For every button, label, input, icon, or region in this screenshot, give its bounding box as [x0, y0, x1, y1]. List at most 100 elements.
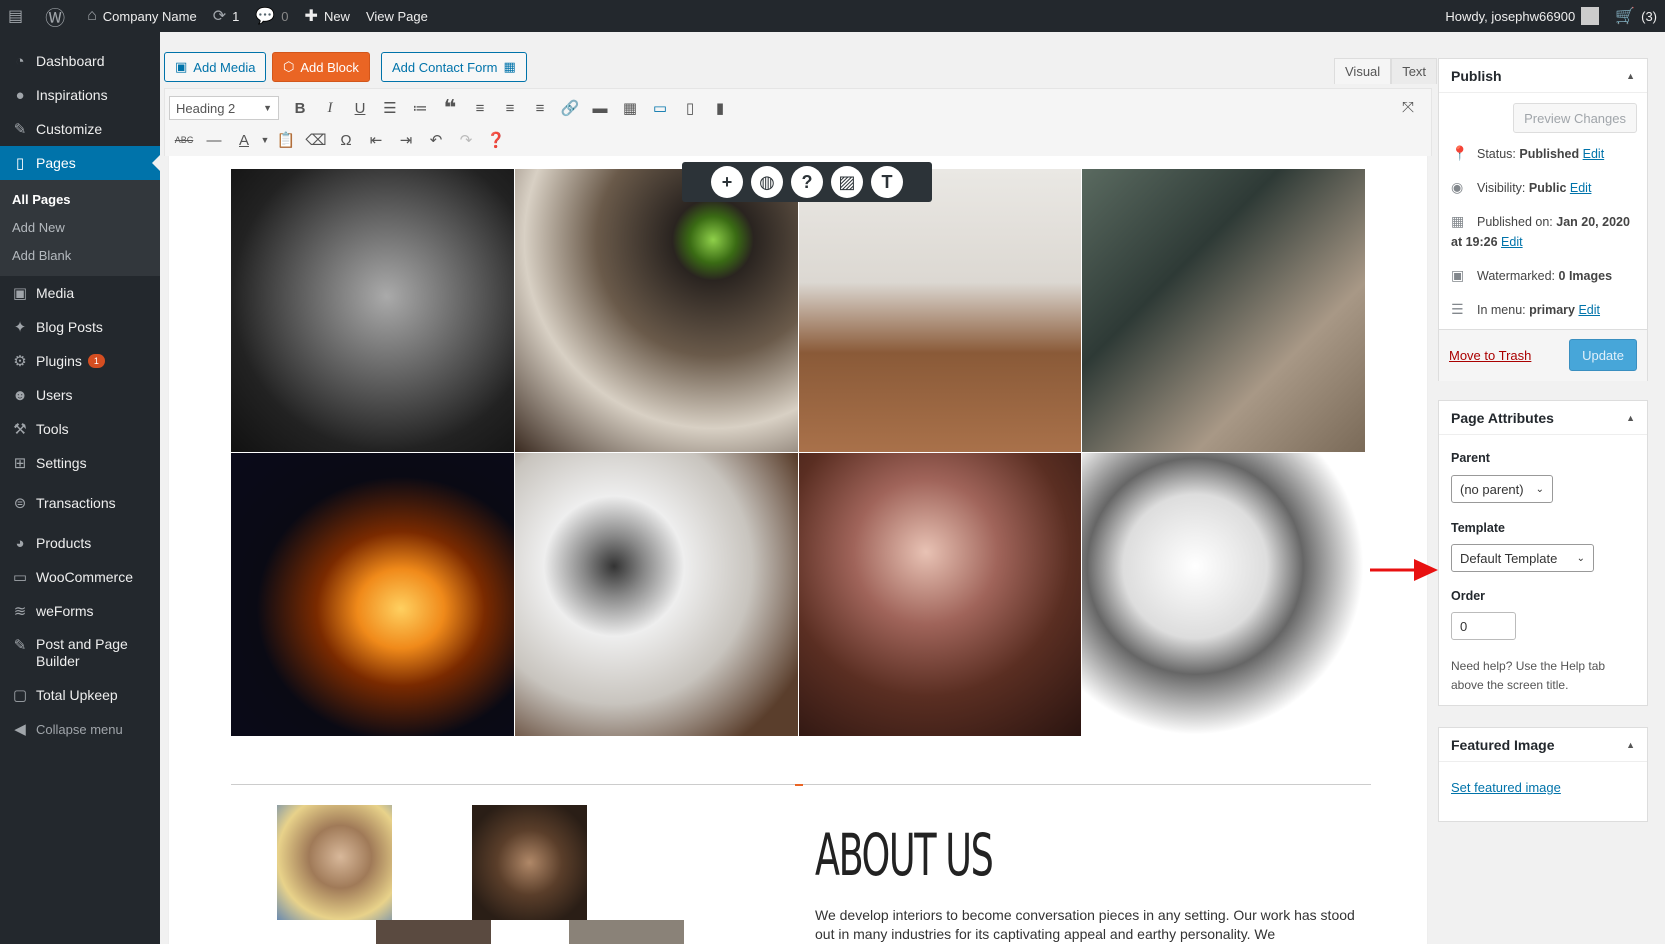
sidebar-item-builder[interactable]: ✎ Post and Page Builder	[0, 628, 160, 678]
paste-text-icon[interactable]: 📋	[271, 126, 301, 154]
globe-icon[interactable]: ◍	[751, 166, 783, 198]
updates-link[interactable]: ⟳ 1	[205, 0, 248, 32]
set-featured-image-link[interactable]: Set featured image	[1451, 780, 1561, 795]
sidebar-item-weforms[interactable]: ≋ weForms	[0, 594, 160, 628]
cart-link[interactable]: 🛒 (3)	[1607, 0, 1665, 32]
question-icon[interactable]: ?	[791, 166, 823, 198]
fullscreen-icon[interactable]: ⤧	[1393, 93, 1423, 121]
add-block-button[interactable]: ⬡ Add Block	[272, 52, 370, 82]
gallery-image-cat-eye[interactable]	[514, 169, 798, 452]
clear-formatting-icon[interactable]: ⌫	[301, 126, 331, 154]
sidebar-item-woocommerce[interactable]: ▭ WooCommerce	[0, 560, 160, 594]
image-gallery[interactable]	[231, 169, 1365, 736]
move-to-trash-link[interactable]: Move to Trash	[1449, 348, 1531, 363]
toolbar-toggle-icon[interactable]: ▦	[615, 94, 645, 122]
sidebar-toggle[interactable]: ▤	[0, 0, 37, 32]
submenu-add-new[interactable]: Add New	[0, 214, 160, 242]
sidebar-item-settings[interactable]: ⊞ Settings	[0, 446, 160, 480]
gallery-image-dining-room[interactable]	[798, 169, 1082, 452]
team-photo-1[interactable]	[277, 805, 392, 920]
team-photo-3[interactable]	[376, 920, 491, 944]
team-photo-2[interactable]	[472, 805, 587, 920]
outdent-icon[interactable]: ⇤	[361, 126, 391, 154]
sidebar-item-inspirations[interactable]: ● Inspirations	[0, 78, 160, 112]
view-page-link[interactable]: View Page	[358, 0, 436, 32]
undo-icon[interactable]: ↶	[421, 126, 451, 154]
page-attributes-header[interactable]: Page Attributes ▲	[1439, 401, 1647, 435]
numbered-list-icon[interactable]: ≔	[405, 94, 435, 122]
text-icon[interactable]: T	[871, 166, 903, 198]
sidebar-item-pages[interactable]: ▯ Pages	[0, 146, 160, 180]
link-icon[interactable]: 🔗	[555, 94, 585, 122]
edit-visibility-link[interactable]: Edit	[1570, 181, 1592, 195]
add-media-button[interactable]: ▣ Add Media	[164, 52, 267, 82]
redo-icon[interactable]: ↷	[451, 126, 481, 154]
parent-select[interactable]: (no parent) ⌄	[1451, 475, 1553, 503]
text-color-icon[interactable]: A	[229, 126, 259, 154]
sidebar-item-customize[interactable]: ✎ Customize	[0, 112, 160, 146]
comments-link[interactable]: 💬 0	[247, 0, 296, 32]
help-icon[interactable]: ❓	[481, 126, 511, 154]
my-account[interactable]: Howdy, josephw66900	[1437, 0, 1607, 32]
edit-date-link[interactable]: Edit	[1501, 235, 1523, 249]
featured-image-header[interactable]: Featured Image ▲	[1439, 728, 1647, 762]
sidebar-item-total-upkeep[interactable]: ▢ Total Upkeep	[0, 678, 160, 712]
underline-icon[interactable]: U	[345, 94, 375, 122]
plus-icon[interactable]: +	[711, 166, 743, 198]
sidebar-item-media[interactable]: ▣ Media	[0, 276, 160, 310]
team-photo-4[interactable]	[569, 920, 684, 944]
gallery-image-headphones[interactable]	[231, 169, 514, 452]
chevron-down-icon: ⌄	[1535, 483, 1544, 495]
mobile-preview-icon[interactable]: ▮	[705, 94, 735, 122]
read-more-icon[interactable]: ▬	[585, 94, 615, 122]
align-center-icon[interactable]: ≡	[495, 94, 525, 122]
add-contact-form-button[interactable]: Add Contact Form ▦	[381, 52, 527, 82]
format-select[interactable]: Heading 2 ▼	[169, 96, 279, 120]
sidebar-item-plugins[interactable]: ⚙ Plugins 1	[0, 344, 160, 378]
align-left-icon[interactable]: ≡	[465, 94, 495, 122]
horizontal-line-icon[interactable]: —	[199, 126, 229, 154]
sidebar-item-blog-posts[interactable]: ✦ Blog Posts	[0, 310, 160, 344]
publish-header[interactable]: Publish ▲	[1439, 59, 1647, 93]
published-on-value: Jan 20, 2020	[1556, 214, 1630, 229]
tab-visual[interactable]: Visual	[1334, 58, 1392, 84]
gallery-image-glasses-sketch[interactable]	[1082, 453, 1365, 736]
template-select[interactable]: Default Template ⌄	[1451, 544, 1594, 572]
submenu-add-blank[interactable]: Add Blank	[0, 242, 160, 270]
strikethrough-icon[interactable]: ABC	[169, 126, 199, 154]
edit-status-link[interactable]: Edit	[1583, 147, 1605, 161]
sidebar-item-transactions[interactable]: ⊜ Transactions	[0, 486, 160, 520]
edit-menu-link[interactable]: Edit	[1578, 303, 1600, 317]
tablet-preview-icon[interactable]: ▯	[675, 94, 705, 122]
sidebar-item-dashboard[interactable]: ◔ Dashboard	[0, 44, 160, 78]
sidebar-item-products[interactable]: ◕ Products	[0, 526, 160, 560]
blockquote-icon[interactable]: ❝	[435, 94, 465, 122]
special-character-icon[interactable]: Ω	[331, 126, 361, 154]
bold-icon[interactable]: B	[285, 94, 315, 122]
indent-icon[interactable]: ⇥	[391, 126, 421, 154]
collapse-menu[interactable]: ◀ Collapse menu	[0, 712, 160, 746]
sidebar-item-tools[interactable]: ⚒ Tools	[0, 412, 160, 446]
update-button[interactable]: Update	[1569, 339, 1637, 371]
gallery-image-match-flame[interactable]	[231, 453, 514, 736]
sidebar-item-users[interactable]: ☻ Users	[0, 378, 160, 412]
submenu-all-pages[interactable]: All Pages	[0, 186, 160, 214]
gallery-image-letter-a[interactable]	[1082, 169, 1365, 452]
image-edit-icon[interactable]: ▨	[831, 166, 863, 198]
new-content-link[interactable]: ✚ New	[297, 0, 358, 32]
italic-icon[interactable]: I	[315, 94, 345, 122]
sidebar-label: Blog Posts	[36, 319, 103, 335]
gallery-image-speaker[interactable]	[514, 453, 798, 736]
gallery-image-painted-face[interactable]	[798, 453, 1082, 736]
site-name-link[interactable]: ⌂ Company Name	[79, 0, 205, 32]
wordpress-logo[interactable]: Ⓦ	[37, 0, 79, 32]
chevron-down-icon[interactable]: ▼	[259, 126, 271, 154]
preview-changes-button[interactable]: Preview Changes	[1513, 103, 1637, 133]
order-input[interactable]: 0	[1451, 612, 1516, 640]
bullet-list-icon[interactable]: ☰	[375, 94, 405, 122]
tab-text[interactable]: Text	[1391, 58, 1438, 84]
desktop-preview-icon[interactable]: ▭	[645, 94, 675, 122]
order-input-value: 0	[1460, 618, 1468, 634]
align-right-icon[interactable]: ≡	[525, 94, 555, 122]
sidebar-label: Inspirations	[36, 87, 108, 103]
